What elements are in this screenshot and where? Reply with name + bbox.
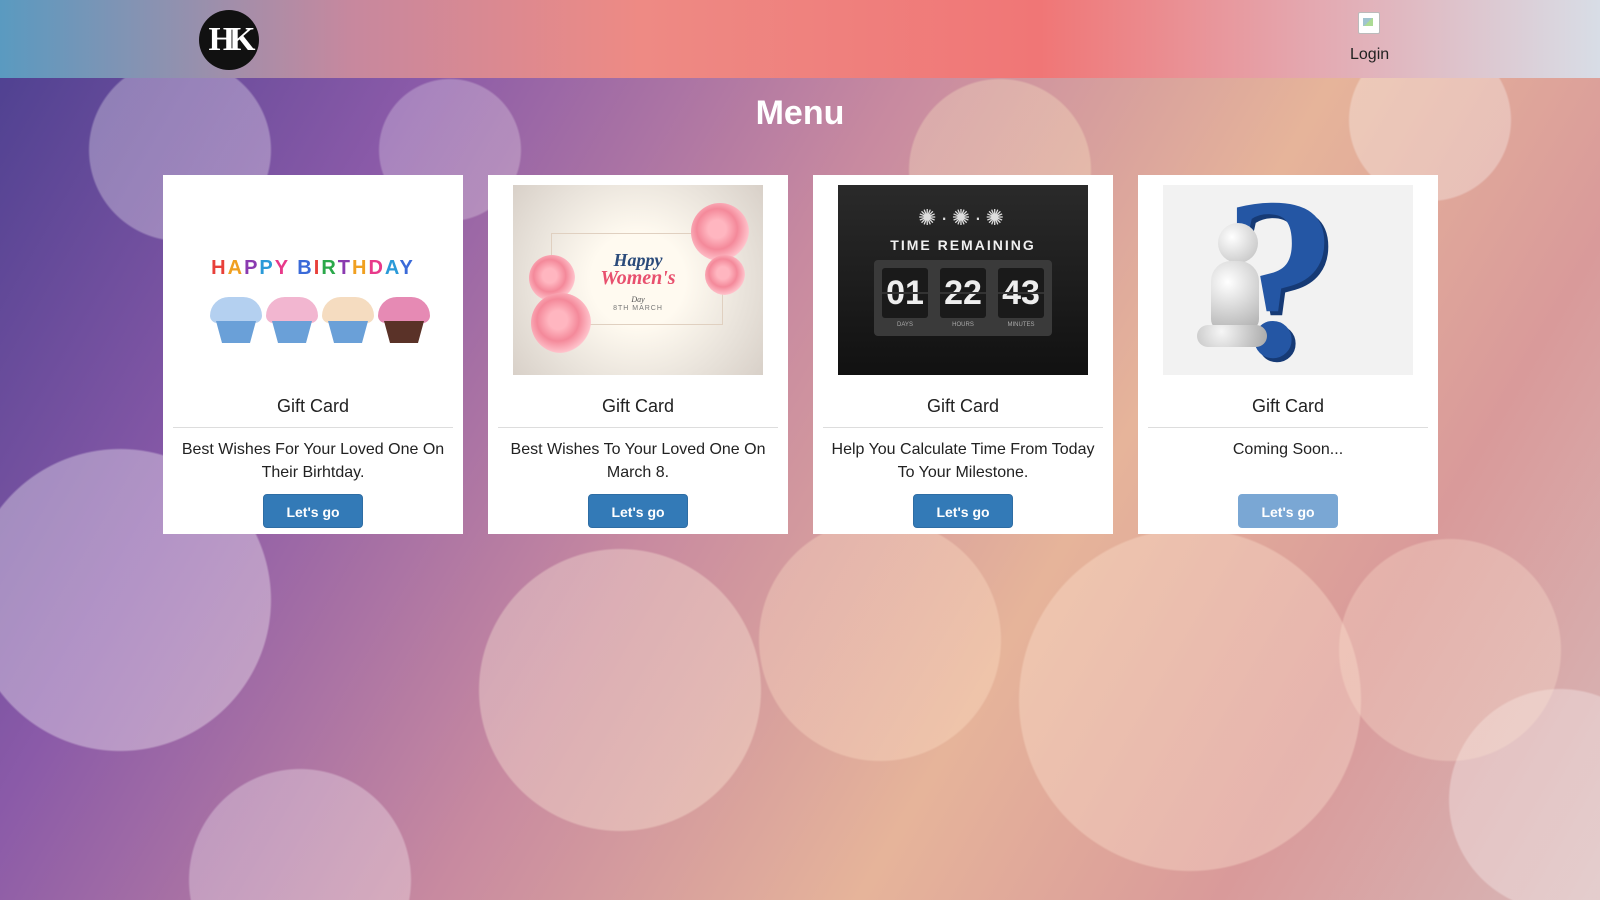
login-avatar-icon[interactable] — [1358, 12, 1380, 34]
womens-day-title: Happy Women's Day — [600, 250, 676, 304]
card-title: Gift Card — [926, 396, 1000, 416]
minutes-label: MINUTES — [1007, 322, 1035, 328]
countdown-heading: TIME REMAINING — [890, 237, 1036, 253]
question-mark-image: ? — [1163, 185, 1413, 375]
card-divider — [498, 427, 778, 428]
womens-day-date: 8TH MARCH — [613, 305, 663, 312]
card-title: Gift Card — [601, 396, 675, 416]
countdown-image: ✺·✺·✺ TIME REMAINING 01 22 43 DAYS HOURS… — [838, 185, 1088, 375]
card-divider — [173, 427, 453, 428]
lets-go-button[interactable]: Let's go — [913, 494, 1013, 528]
countdown-panel: 01 22 43 DAYS HOURS MINUTES — [874, 260, 1052, 336]
top-navbar: HK Login — [0, 0, 1600, 78]
hours-label: HOURS — [952, 322, 974, 328]
page-title: Menu — [755, 94, 845, 132]
womens-day-image: Happy Women's Day 8TH MARCH — [513, 185, 763, 375]
birthday-candle-letters: HAPPY BIRTHDAY — [211, 257, 415, 279]
lets-go-button-disabled[interactable]: Let's go — [1238, 494, 1338, 528]
fireworks-icon: ✺·✺·✺ — [918, 205, 1008, 230]
login-link[interactable]: Login — [1350, 10, 1430, 64]
days-label: DAYS — [897, 322, 913, 328]
card-description: Help You Calculate Time From Today To Yo… — [831, 441, 1095, 481]
card-description: Coming Soon... — [1232, 441, 1344, 458]
lets-go-button[interactable]: Let's go — [263, 494, 363, 528]
lets-go-button[interactable]: Let's go — [588, 494, 688, 528]
card-description: Best Wishes To Your Loved One On March 8… — [510, 441, 766, 481]
gift-card-womens-day: Happy Women's Day 8TH MARCH Gift Card Be… — [488, 175, 788, 534]
gift-card-countdown: ✺·✺·✺ TIME REMAINING 01 22 43 DAYS HOURS… — [813, 175, 1113, 534]
card-description: Best Wishes For Your Loved One On Their … — [181, 441, 445, 481]
countdown-minutes: 43 — [998, 268, 1044, 318]
brand-logo[interactable]: HK — [199, 10, 259, 70]
logo-text: HK — [208, 21, 256, 58]
login-label[interactable]: Login — [1350, 46, 1430, 64]
birthday-cupcakes-image: HAPPY BIRTHDAY — [188, 185, 438, 375]
countdown-hours: 22 — [940, 268, 986, 318]
countdown-days: 01 — [882, 268, 928, 318]
card-title: Gift Card — [1251, 396, 1325, 416]
card-divider — [823, 427, 1103, 428]
card-title: Gift Card — [276, 396, 350, 416]
gift-card-coming-soon: ? Gift Card Coming Soon... Let's go — [1138, 175, 1438, 534]
card-divider — [1148, 427, 1428, 428]
gift-card-birthday: HAPPY BIRTHDAY Gift Card Best Wishes For… — [163, 175, 463, 534]
